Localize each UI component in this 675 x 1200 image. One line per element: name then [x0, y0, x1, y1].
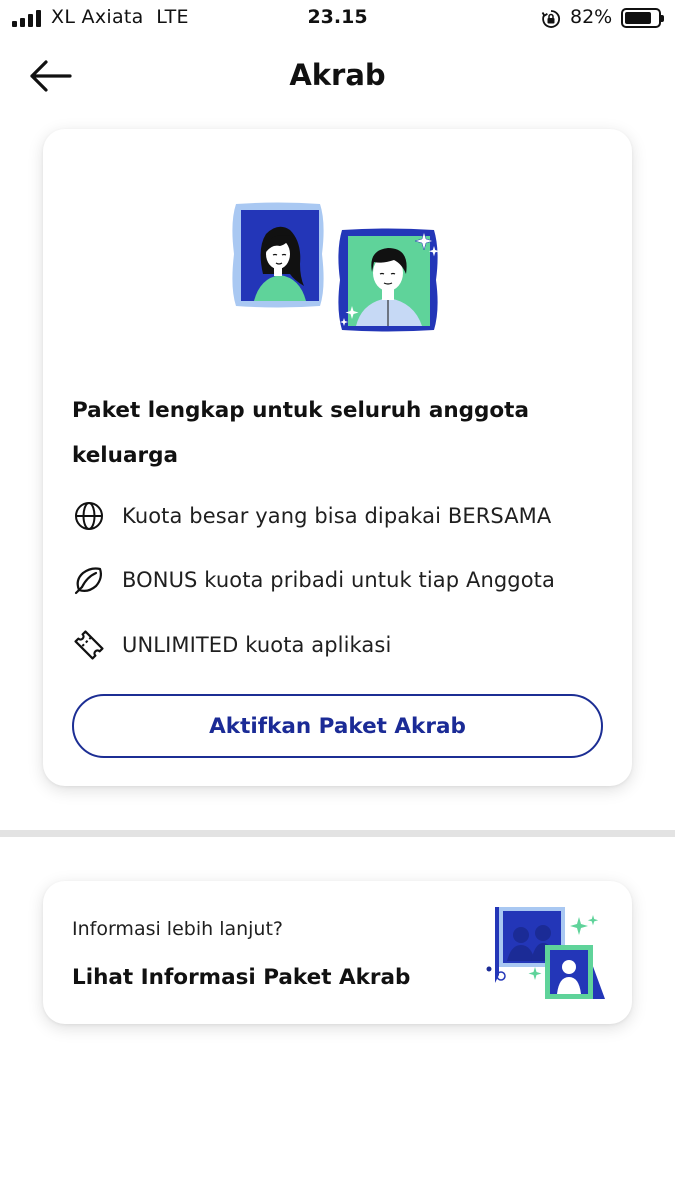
akrab-package-card: Paket lengkap untuk seluruh anggota kelu…	[43, 129, 632, 786]
globe-icon	[72, 499, 106, 533]
activate-package-button[interactable]: Aktifkan Paket Akrab	[72, 694, 603, 758]
battery-percentage: 82%	[570, 6, 613, 28]
feature-text: Kuota besar yang bisa dipakai BERSAMA	[122, 504, 552, 528]
family-illustration	[232, 202, 440, 332]
section-divider	[0, 830, 675, 837]
package-info-card[interactable]: Informasi lebih lanjut? Lihat Informasi …	[43, 881, 632, 1024]
info-title: Lihat Informasi Paket Akrab	[72, 965, 411, 990]
bonus-leaf-icon	[72, 563, 106, 597]
rotation-lock-icon	[541, 10, 560, 28]
package-heading: Paket lengkap untuk seluruh anggota kelu…	[72, 398, 529, 468]
status-bar: XL Axiata LTE 23.15 82%	[0, 0, 675, 38]
info-illustration	[486, 907, 605, 999]
battery-icon	[621, 8, 664, 28]
info-subtitle: Informasi lebih lanjut?	[72, 918, 284, 940]
feature-text: UNLIMITED kuota aplikasi	[122, 633, 392, 657]
feature-item: BONUS kuota pribadi untuk tiap Anggota	[72, 560, 612, 600]
ticket-icon	[72, 628, 106, 662]
feature-item: Kuota besar yang bisa dipakai BERSAMA	[72, 496, 612, 536]
feature-text: BONUS kuota pribadi untuk tiap Anggota	[122, 568, 555, 592]
header: Akrab	[0, 48, 675, 104]
page-title: Akrab	[289, 58, 386, 92]
feature-item: UNLIMITED kuota aplikasi	[72, 625, 612, 665]
